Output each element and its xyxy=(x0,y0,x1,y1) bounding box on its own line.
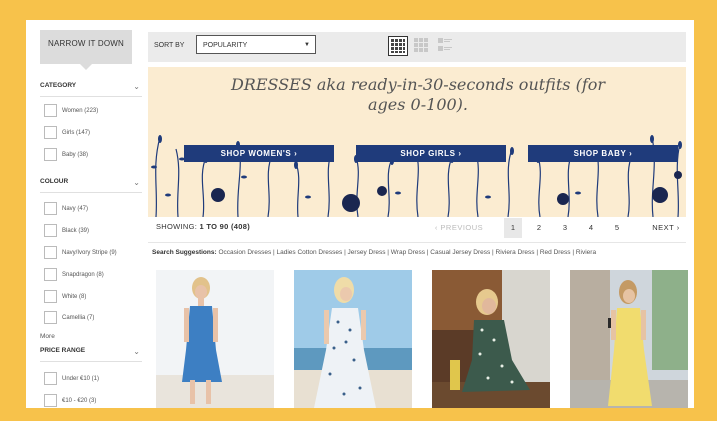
product-image-1[interactable] xyxy=(156,270,274,408)
filter-option-under-10[interactable]: Under €10 (1) xyxy=(44,372,99,385)
filter-sidebar: NARROW IT DOWN CATEGORY ⌄ Women (223) Gi… xyxy=(26,20,144,408)
filter-option-black[interactable]: Black (39) xyxy=(44,224,89,237)
option-label: Black (39) xyxy=(62,227,90,234)
option-label: Navy (47) xyxy=(62,205,89,212)
option-label: White (8) xyxy=(62,293,87,300)
category-title: CATEGORY xyxy=(40,82,77,89)
product-image-2[interactable] xyxy=(294,270,412,408)
product-image-4[interactable] xyxy=(570,270,688,408)
previous-page-link[interactable]: ‹ PREVIOUS xyxy=(426,218,492,238)
checkbox[interactable] xyxy=(44,202,57,215)
chevron-down-icon[interactable]: ⌄ xyxy=(133,82,140,91)
checkbox[interactable] xyxy=(44,290,57,303)
chevron-down-icon[interactable]: ⌄ xyxy=(133,347,140,356)
filter-option-camellia[interactable]: Camellia (7) xyxy=(44,311,94,324)
price-range-section-header[interactable]: PRICE RANGE ⌄ xyxy=(40,347,142,362)
list-view-icon xyxy=(438,38,452,51)
showing-range: 1 TO 90 xyxy=(199,222,229,231)
product-photo-print-dress xyxy=(294,270,412,408)
checkbox[interactable] xyxy=(44,246,57,259)
option-label: Navy/Ivory Stripe (9) xyxy=(62,249,117,256)
checkbox[interactable] xyxy=(44,148,57,161)
filter-option-white[interactable]: White (8) xyxy=(44,290,86,303)
product-photo-yellow-dress xyxy=(570,270,688,408)
product-photo-floral-dress xyxy=(432,270,550,408)
page-4-link[interactable]: 4 xyxy=(582,218,600,238)
page-2-link[interactable]: 2 xyxy=(530,218,548,238)
checkbox[interactable] xyxy=(44,311,57,324)
results-count: SHOWING: 1 TO 90 (408) xyxy=(156,222,250,231)
shop-womens-button[interactable]: SHOP WOMEN'S › xyxy=(184,145,334,162)
colour-title: COLOUR xyxy=(40,178,69,185)
list-view-button[interactable] xyxy=(436,36,454,54)
checkbox[interactable] xyxy=(44,104,57,117)
grid-view-large-button[interactable] xyxy=(388,36,408,56)
page-frame: NARROW IT DOWN CATEGORY ⌄ Women (223) Gi… xyxy=(26,20,694,408)
suggestions-label: Search Suggestions: xyxy=(152,249,217,256)
narrow-it-down-header: NARROW IT DOWN xyxy=(40,30,132,70)
option-label: Baby (38) xyxy=(62,151,89,158)
grid-small-icon xyxy=(414,38,428,52)
suggestions-links[interactable]: Occasion Dresses | Ladies Cotton Dresses… xyxy=(217,249,596,256)
divider xyxy=(148,242,686,243)
page-3-link[interactable]: 3 xyxy=(556,218,574,238)
search-suggestions[interactable]: Search Suggestions: Occasion Dresses | L… xyxy=(152,248,686,257)
option-label: Girls (147) xyxy=(62,129,91,136)
showing-total: (408) xyxy=(228,222,251,231)
filter-option-snapdragon[interactable]: Snapdragon (8) xyxy=(44,268,104,281)
product-image-3[interactable] xyxy=(432,270,550,408)
checkbox[interactable] xyxy=(44,394,57,407)
checkbox[interactable] xyxy=(44,268,57,281)
next-page-link[interactable]: NEXT › xyxy=(644,218,688,238)
filter-option-women[interactable]: Women (223) xyxy=(44,104,98,117)
grid-large-icon xyxy=(391,39,405,53)
dresses-banner: DRESSES aka ready-in-30-seconds outfits … xyxy=(148,67,686,217)
dropdown-arrow-icon: ▼ xyxy=(304,42,310,48)
sort-select-value: POPULARITY xyxy=(203,42,248,49)
sort-toolbar: SORT BY POPULARITY ▼ xyxy=(148,32,686,62)
checkbox[interactable] xyxy=(44,372,57,385)
category-section-header[interactable]: CATEGORY ⌄ xyxy=(40,82,142,97)
option-label: Women (223) xyxy=(62,107,99,114)
shop-baby-button[interactable]: SHOP BABY › xyxy=(528,145,678,162)
filter-option-girls[interactable]: Girls (147) xyxy=(44,126,90,139)
page-5-link[interactable]: 5 xyxy=(608,218,626,238)
option-label: €10 - €20 (3) xyxy=(62,397,97,404)
filter-option-baby[interactable]: Baby (38) xyxy=(44,148,88,161)
price-range-title: PRICE RANGE xyxy=(40,347,86,354)
option-label: Snapdragon (8) xyxy=(62,271,104,278)
option-label: Camellia (7) xyxy=(62,314,95,321)
filter-option-navy-ivory-stripe[interactable]: Navy/Ivory Stripe (9) xyxy=(44,246,117,259)
filter-option-10-20[interactable]: €10 - €20 (3) xyxy=(44,394,96,407)
option-label: Under €10 (1) xyxy=(62,375,100,382)
product-photo-blue-dress xyxy=(156,270,274,408)
checkbox[interactable] xyxy=(44,126,57,139)
chevron-down-icon[interactable]: ⌄ xyxy=(133,178,140,187)
shop-girls-button[interactable]: SHOP GIRLS › xyxy=(356,145,506,162)
showing-prefix: SHOWING: xyxy=(156,222,200,231)
checkbox[interactable] xyxy=(44,224,57,237)
page-1-link[interactable]: 1 xyxy=(504,218,522,238)
filter-option-navy[interactable]: Navy (47) xyxy=(44,202,88,215)
colour-section-header[interactable]: COLOUR ⌄ xyxy=(40,178,142,193)
more-link[interactable]: More xyxy=(40,333,55,340)
sort-select[interactable]: POPULARITY ▼ xyxy=(196,35,316,54)
grid-view-small-button[interactable] xyxy=(412,36,430,54)
banner-title: DRESSES aka ready-in-30-seconds outfits … xyxy=(230,75,606,114)
sort-by-label: SORT BY xyxy=(154,42,185,49)
